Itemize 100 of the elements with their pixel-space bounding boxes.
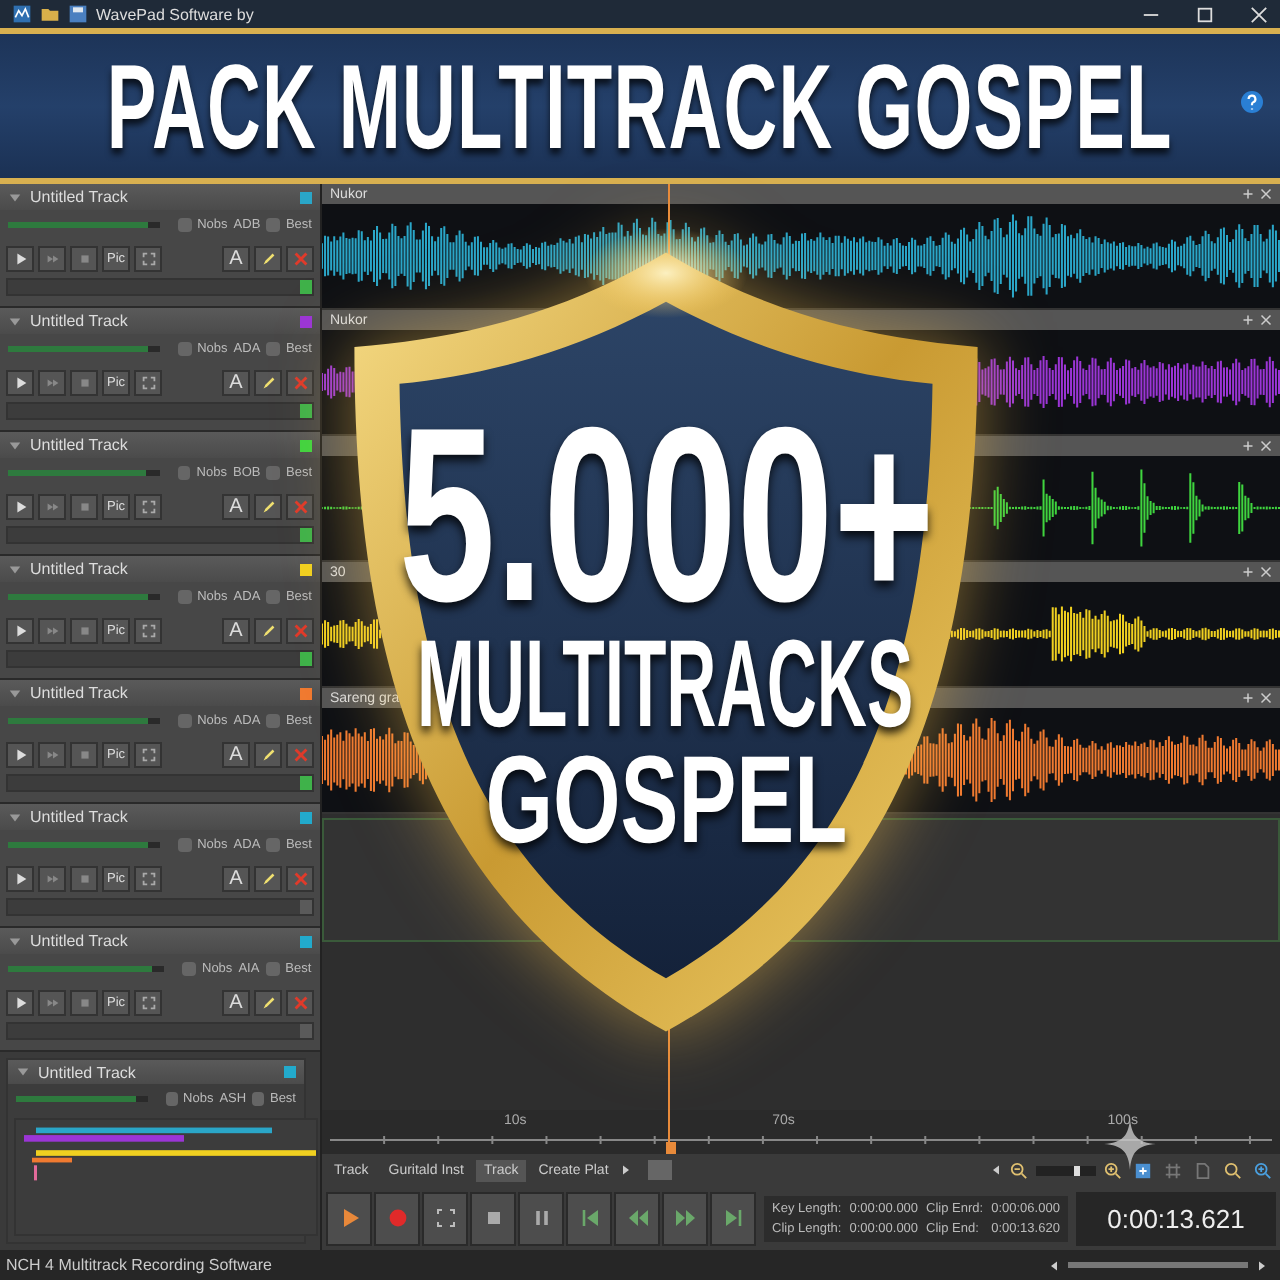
a-button[interactable]: A (222, 493, 250, 519)
play-button[interactable] (6, 865, 34, 891)
stop-button[interactable] (470, 1191, 516, 1245)
plus-icon[interactable] (1242, 566, 1254, 578)
fast-forward-button[interactable] (38, 989, 66, 1015)
frame-button[interactable] (134, 617, 162, 643)
rewind-button[interactable] (614, 1191, 660, 1245)
scroll-left-icon[interactable] (1048, 1259, 1060, 1271)
scroll-left-icon[interactable] (990, 1164, 1002, 1176)
zoom-slider[interactable] (1036, 1165, 1096, 1175)
collapse-caret-icon[interactable] (8, 811, 22, 823)
fast-forward-button[interactable] (38, 741, 66, 767)
volume-slider[interactable] (8, 966, 164, 972)
play-button[interactable] (6, 617, 34, 643)
a-button[interactable]: A (222, 989, 250, 1015)
play-button[interactable] (6, 741, 34, 767)
fast-forward-button[interactable] (38, 369, 66, 395)
save-icon[interactable] (68, 4, 88, 24)
collapse-caret-icon[interactable] (8, 315, 22, 327)
fast-forward-button[interactable] (38, 865, 66, 891)
fast-forward-button[interactable] (38, 493, 66, 519)
stop-button[interactable] (70, 989, 98, 1015)
zoom-all-icon[interactable] (1254, 1161, 1272, 1179)
edit-button[interactable] (254, 245, 282, 271)
knob[interactable] (252, 1091, 264, 1106)
volume-slider[interactable] (8, 718, 160, 724)
knob[interactable] (165, 1091, 178, 1106)
horizontal-scrollbar[interactable] (1068, 1262, 1248, 1268)
frame-button[interactable] (134, 493, 162, 519)
close-icon[interactable] (1250, 5, 1268, 23)
frame-button[interactable] (134, 865, 162, 891)
maximize-icon[interactable] (1196, 5, 1214, 23)
edit-button[interactable] (254, 865, 282, 891)
volume-slider[interactable] (8, 346, 160, 352)
record-button[interactable] (374, 1191, 420, 1245)
play-button[interactable] (6, 369, 34, 395)
collapse-caret-icon[interactable] (8, 191, 22, 203)
pause-button[interactable] (518, 1191, 564, 1245)
zoom-selection-icon[interactable] (1134, 1161, 1152, 1179)
zoom-icon[interactable] (1224, 1161, 1242, 1179)
play-button[interactable] (6, 989, 34, 1015)
close-icon[interactable] (1260, 692, 1272, 704)
play-button[interactable] (326, 1191, 372, 1245)
stop-button[interactable] (70, 493, 98, 519)
plus-icon[interactable] (1242, 314, 1254, 326)
fast-forward-button[interactable] (662, 1191, 708, 1245)
stop-button[interactable] (70, 369, 98, 395)
pencil-icon (259, 993, 277, 1011)
edit-button[interactable] (254, 617, 282, 643)
close-icon[interactable] (1260, 188, 1272, 200)
edit-button[interactable] (254, 369, 282, 395)
volume-slider[interactable] (8, 594, 160, 600)
edit-button[interactable] (254, 741, 282, 767)
stop-button[interactable] (70, 617, 98, 643)
collapse-caret-icon[interactable] (8, 687, 22, 699)
edit-button[interactable] (254, 493, 282, 519)
page-icon[interactable] (1194, 1161, 1212, 1179)
frame-button[interactable] (134, 741, 162, 767)
stop-button[interactable] (70, 865, 98, 891)
scroll-right-icon[interactable] (1256, 1259, 1268, 1271)
stop-button[interactable] (70, 741, 98, 767)
skip-end-button[interactable] (710, 1191, 756, 1245)
stop-button[interactable] (70, 245, 98, 271)
collapse-caret-icon[interactable] (16, 1066, 30, 1079)
a-button[interactable]: A (222, 741, 250, 767)
fast-forward-button[interactable] (38, 617, 66, 643)
zoom-in-icon[interactable] (1104, 1161, 1122, 1179)
plus-icon[interactable] (1242, 692, 1254, 704)
frame-button[interactable] (134, 369, 162, 395)
skip-start-button[interactable] (566, 1191, 612, 1245)
plus-icon[interactable] (1242, 188, 1254, 200)
volume-slider[interactable] (16, 1095, 148, 1102)
help-icon[interactable] (1240, 90, 1264, 114)
scrollbar-thumb[interactable] (648, 1160, 673, 1180)
a-button[interactable]: A (222, 369, 250, 395)
play-button[interactable] (6, 493, 34, 519)
a-button[interactable]: A (222, 617, 250, 643)
play-button[interactable] (6, 245, 34, 271)
zoom-out-icon[interactable] (1010, 1161, 1028, 1179)
loop-button[interactable] (422, 1191, 468, 1245)
a-button[interactable]: A (222, 245, 250, 271)
volume-slider[interactable] (8, 222, 160, 228)
collapse-caret-icon[interactable] (8, 439, 22, 451)
a-button[interactable]: A (222, 865, 250, 891)
close-icon[interactable] (1260, 314, 1272, 326)
plus-icon[interactable] (1242, 440, 1254, 452)
playhead-marker[interactable] (666, 1142, 676, 1154)
volume-slider[interactable] (8, 470, 160, 476)
grid-icon[interactable] (1164, 1161, 1182, 1179)
edit-button[interactable] (254, 989, 282, 1015)
frame-button[interactable] (134, 245, 162, 271)
fast-forward-button[interactable] (38, 245, 66, 271)
volume-slider[interactable] (8, 842, 160, 848)
frame-button[interactable] (134, 989, 162, 1015)
collapse-caret-icon[interactable] (8, 563, 22, 575)
close-icon[interactable] (1260, 566, 1272, 578)
close-icon[interactable] (1260, 440, 1272, 452)
collapse-caret-icon[interactable] (8, 935, 22, 947)
folder-icon[interactable] (40, 4, 60, 24)
scroll-right-icon[interactable] (620, 1164, 633, 1176)
